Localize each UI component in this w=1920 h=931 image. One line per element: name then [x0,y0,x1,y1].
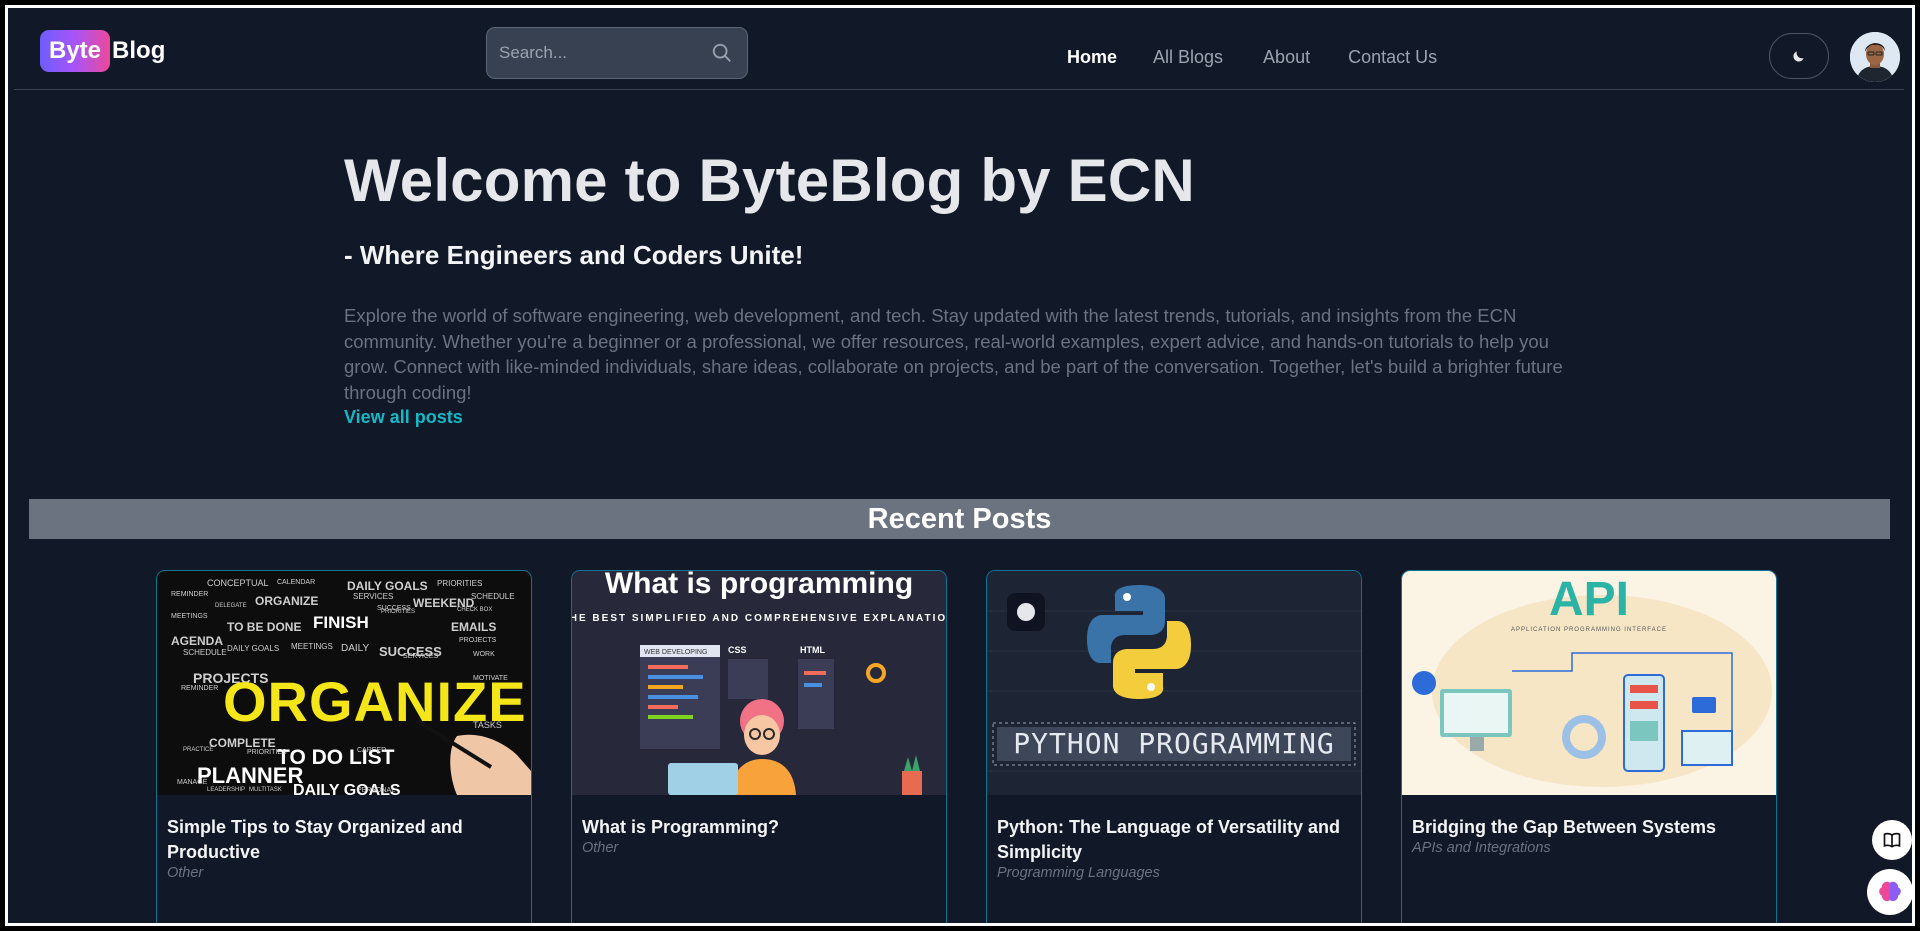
post-image-api: API APPLICATION PROGRAMMING INTERFACE [1402,571,1776,795]
image-headline: API [1549,573,1629,626]
theme-toggle-button[interactable] [1769,33,1829,79]
post-title[interactable]: Simple Tips to Stay Organized and Produc… [167,815,523,865]
post-category: Other [167,865,204,881]
logo-blog: Blog [112,37,166,64]
post-card[interactable]: API APPLICATION PROGRAMMING INTERFACE Br… [1401,570,1777,923]
image-headline: What is programming [605,571,913,600]
panel-label: WEB DEVELOPING [644,649,707,656]
nav-home[interactable]: Home [1067,46,1117,68]
nav-all-blogs[interactable]: All Blogs [1153,46,1223,68]
organize-word: DAILY [341,643,369,654]
organize-word: EMAILS [451,620,496,634]
page: Byte Blog Home All Blogs About Contact U… [8,8,1912,923]
post-category: APIs and Integrations [1412,840,1551,856]
hero-description: Explore the world of software engineerin… [344,305,1563,403]
organize-word: LEADERSHIP [207,787,245,793]
organize-word: FINISH [313,613,369,632]
organize-word: SERVICES [403,653,439,660]
post-image-organize: CONCEPTUAL CALENDAR DAILY GOALS PRIORITIES R… [157,571,531,795]
organize-word: SCHEDULE [183,648,227,657]
browser-frame: Byte Blog Home All Blogs About Contact U… [5,5,1915,926]
organize-word: COMPLETE [209,736,276,750]
image-tagline: APPLICATION PROGRAMMING INTERFACE [1511,627,1667,633]
organize-word: DELEGATE [215,603,247,609]
organize-word: PRIORITIES [437,579,482,588]
site-header: Byte Blog Home All Blogs About Contact U… [14,8,1904,90]
moon-icon [1793,51,1804,62]
brain-icon [1879,881,1901,902]
book-icon [1883,832,1901,848]
hero-subtitle: - Where Engineers and Coders Unite! [344,240,804,270]
nav-about[interactable]: About [1263,46,1310,68]
search-box [486,27,748,79]
organize-word: PRIORITIES [381,609,415,615]
organize-word: MANAGE [177,779,208,786]
main-nav: Home All Blogs About Contact Us [1067,46,1437,68]
organize-word: REMINDER [171,591,208,598]
organize-word: WORK [473,651,495,658]
reader-mode-button[interactable] [1872,820,1912,860]
organize-word: DAILY GOALS [347,579,428,593]
organize-word: CHECK BOX [457,607,492,613]
organize-word: CALENDAR [277,579,315,586]
recent-posts-heading: Recent Posts [867,502,1052,535]
panel-label: HTML [800,645,825,655]
organize-word: PRIORITIES [247,749,287,756]
post-image-programming: What is programming THE BEST SIMPLIFIED … [572,571,946,795]
post-card[interactable]: What is programming THE BEST SIMPLIFIED … [571,570,947,923]
user-avatar[interactable] [1850,32,1900,82]
recent-posts-heading-bar: Recent Posts [29,499,1890,539]
panel-label: CSS [728,645,747,655]
organize-word: MEETINGS [171,613,208,620]
organize-word: TO BE DONE [227,620,301,634]
image-tagline: THE BEST SIMPLIFIED AND COMPREHENSIVE EX… [572,613,946,624]
post-card[interactable]: CONCEPTUAL CALENDAR DAILY GOALS PRIORITIES R… [156,570,532,923]
organize-word: SERVICES [353,592,393,601]
hero-title: Welcome to ByteBlog by ECN [344,147,1195,214]
organize-word: DAILY GOALS [227,644,279,653]
organize-word: ORGANIZE [255,594,318,608]
post-title[interactable]: What is Programming? [582,815,938,840]
organize-word: REMINDER [181,685,218,692]
organize-word: PLANNER [197,763,303,788]
organize-word: MEETINGS [291,642,333,651]
organize-word: ORGANIZE [223,670,527,733]
search-icon[interactable] [711,42,733,64]
logo-byte: Byte [40,30,111,72]
organize-word: PROJECTS [459,637,497,644]
organize-word: SCHEDULE [471,592,515,601]
post-title[interactable]: Bridging the Gap Between Systems [1412,815,1768,840]
organize-word: AGENDA [171,634,223,648]
organize-word: MULTITASK [249,787,282,793]
image-banner: PYTHON PROGRAMMING [1013,727,1334,760]
site-logo[interactable]: Byte Blog [40,30,165,72]
post-category: Other [582,840,619,856]
post-title[interactable]: Python: The Language of Versatility and … [997,815,1353,865]
nav-contact-us[interactable]: Contact Us [1348,46,1437,68]
ai-assistant-button[interactable] [1867,869,1912,915]
organize-word: PRACTICE [183,747,213,753]
search-input[interactable] [487,28,707,78]
post-category: Programming Languages [997,865,1160,881]
post-card[interactable]: PYTHON PROGRAMMING Python: The Language … [986,570,1362,923]
post-image-python: PYTHON PROGRAMMING [987,571,1361,795]
view-all-posts-link[interactable]: View all posts [344,407,463,428]
organize-word: PERSONAL [357,787,395,794]
organize-word: CONCEPTUAL [207,578,269,588]
organize-word: CAREER [357,747,386,754]
